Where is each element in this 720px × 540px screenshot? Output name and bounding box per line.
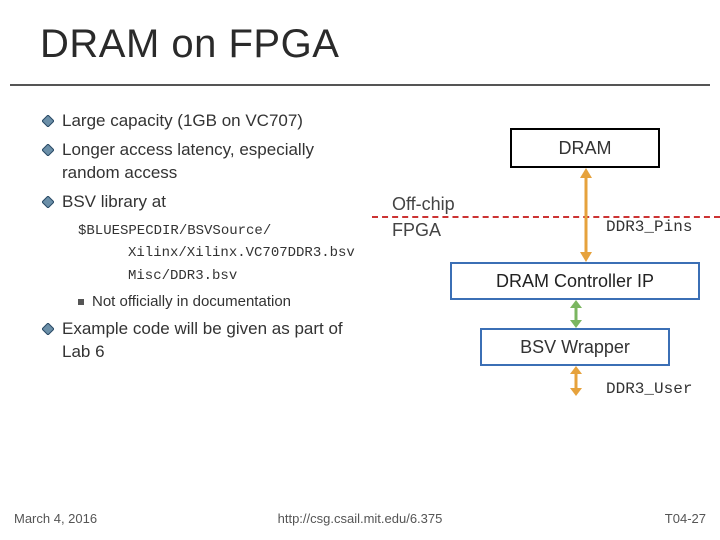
controller-label: DRAM Controller IP <box>496 271 654 292</box>
content-left: Large capacity (1GB on VC707) Longer acc… <box>42 110 372 370</box>
title-underline <box>10 84 710 86</box>
slide-title: DRAM on FPGA <box>40 22 339 67</box>
wrapper-label: BSV Wrapper <box>520 337 630 358</box>
square-bullet-icon <box>78 299 84 305</box>
bullet-item: BSV library at <box>42 191 372 214</box>
footer-url: http://csg.csail.mit.edu/6.375 <box>0 511 720 526</box>
dram-box: DRAM <box>510 128 660 168</box>
wrapper-box: BSV Wrapper <box>480 328 670 366</box>
bullet-text: BSV library at <box>62 191 166 214</box>
code-line: Misc/DDR3.bsv <box>128 265 372 287</box>
ddr3-pins-label: DDR3_Pins <box>606 218 692 236</box>
diamond-bullet-icon <box>42 196 54 208</box>
offchip-label: Off-chip <box>392 194 455 215</box>
fpga-label: FPGA <box>392 220 441 241</box>
code-line: Xilinx/Xilinx.VC707DDR3.bsv <box>128 242 372 264</box>
sub-bullet-text: Not officially in documentation <box>92 293 291 310</box>
code-block: $BLUESPECDIR/BSVSource/ Xilinx/Xilinx.VC… <box>78 220 372 287</box>
bullet-item: Longer access latency, especially random… <box>42 139 372 185</box>
bullet-item: Large capacity (1GB on VC707) <box>42 110 372 133</box>
slide: DRAM on FPGA Large capacity (1GB on VC70… <box>0 0 720 540</box>
bullet-text: Example code will be given as part of La… <box>62 318 372 364</box>
bullet-text: Longer access latency, especially random… <box>62 139 372 185</box>
code-line: $BLUESPECDIR/BSVSource/ <box>78 220 372 242</box>
bullet-text: Large capacity (1GB on VC707) <box>62 110 303 133</box>
ddr3-user-label: DDR3_User <box>606 380 692 398</box>
sub-bullet-item: Not officially in documentation <box>78 293 372 310</box>
controller-box: DRAM Controller IP <box>450 262 700 300</box>
dram-label: DRAM <box>559 138 612 159</box>
footer-page: T04-27 <box>665 511 706 526</box>
bullet-item: Example code will be given as part of La… <box>42 318 372 364</box>
diamond-bullet-icon <box>42 323 54 335</box>
diamond-bullet-icon <box>42 115 54 127</box>
diagram: DRAM Off-chip FPGA DDR3_Pins DRAM Contro… <box>400 110 710 430</box>
diamond-bullet-icon <box>42 144 54 156</box>
